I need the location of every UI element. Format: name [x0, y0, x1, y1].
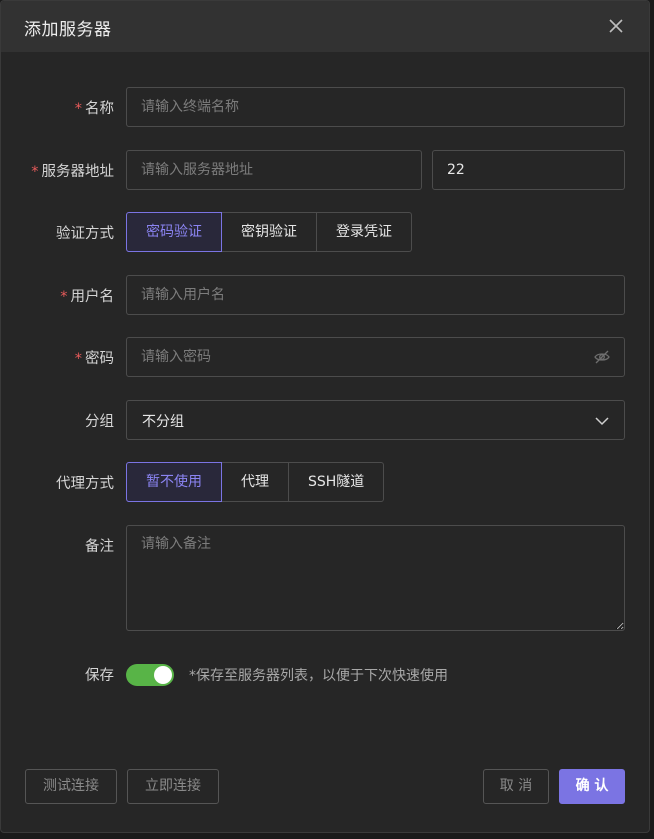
- host-label: * 服务器地址: [31, 164, 114, 180]
- proxy-option-none[interactable]: 暂不使用: [126, 462, 222, 502]
- save-label: 保存: [85, 668, 114, 684]
- confirm-button[interactable]: 确 认: [559, 769, 625, 804]
- proxy-method-segmented: 暂不使用 代理 SSH隧道: [126, 462, 385, 502]
- required-mark: *: [31, 164, 39, 180]
- save-hint: *保存至服务器列表，以便于下次快速使用: [189, 668, 448, 684]
- toggle-knob: [154, 666, 172, 684]
- group-value: 不分组: [142, 414, 184, 430]
- group-select[interactable]: 不分组: [126, 400, 625, 440]
- add-server-dialog: 添加服务器 *名称 *服务器地址 验证方式 密码验证 密钥验证 登录凭证 *用户…: [0, 0, 650, 833]
- auth-method-segmented: 密码验证 密钥验证 登录凭证: [126, 212, 412, 252]
- proxy-option-ssh-tunnel[interactable]: SSH隧道: [289, 462, 385, 502]
- test-connection-button[interactable]: 测试连接: [25, 769, 117, 804]
- close-icon[interactable]: [605, 15, 627, 37]
- required-mark: *: [74, 351, 82, 367]
- connect-now-button[interactable]: 立即连接: [127, 769, 219, 804]
- auth-option-password[interactable]: 密码验证: [126, 212, 222, 252]
- chevron-down-icon: [595, 417, 609, 426]
- username-label: * 用户名: [60, 289, 114, 305]
- host-input[interactable]: [126, 150, 422, 190]
- eye-slash-icon[interactable]: [593, 348, 611, 366]
- group-label: 分组: [85, 414, 114, 430]
- name-label: * 名称: [74, 101, 114, 117]
- port-input[interactable]: [432, 150, 625, 190]
- password-input[interactable]: [126, 337, 625, 377]
- auth-option-key[interactable]: 密钥验证: [222, 212, 317, 252]
- dialog-header: 添加服务器: [1, 1, 649, 52]
- auth-option-credential[interactable]: 登录凭证: [317, 212, 412, 252]
- cancel-button[interactable]: 取 消: [483, 769, 549, 804]
- note-textarea[interactable]: [126, 525, 625, 631]
- dialog-title: 添加服务器: [24, 20, 112, 40]
- username-input[interactable]: [126, 275, 625, 315]
- proxy-label: 代理方式: [56, 476, 114, 492]
- required-mark: *: [74, 101, 82, 117]
- name-input[interactable]: [126, 87, 625, 127]
- proxy-option-proxy[interactable]: 代理: [222, 462, 289, 502]
- auth-label: 验证方式: [56, 226, 114, 242]
- note-label: 备注: [85, 539, 114, 555]
- save-toggle[interactable]: [126, 664, 174, 686]
- required-mark: *: [60, 289, 68, 305]
- password-label: * 密码: [74, 351, 114, 367]
